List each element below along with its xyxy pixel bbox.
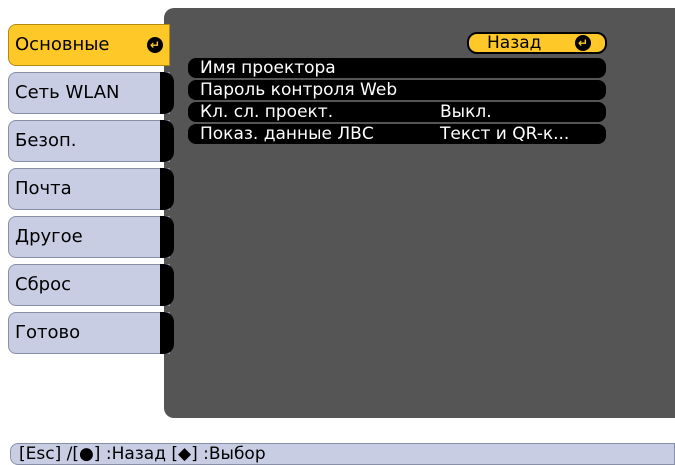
tab-edge: [160, 312, 174, 354]
tab-edge: [160, 72, 174, 114]
tab-edge: [160, 264, 174, 306]
tab-edge: [160, 120, 174, 162]
setting-row-projector-name[interactable]: Имя проектора: [188, 58, 606, 78]
help-bar: [Esc] /[●] :Назад [◆] :Выбор: [10, 443, 675, 465]
tab-sbros[interactable]: Сброс: [8, 264, 170, 306]
enter-icon: ↵: [575, 35, 591, 51]
tab-edge: [160, 216, 174, 258]
row-value: Выкл.: [440, 102, 492, 122]
tab-drugoe[interactable]: Другое: [8, 216, 170, 258]
enter-icon: ↵: [147, 37, 163, 53]
tab-label: Другое: [15, 226, 83, 247]
tab-label: Готово: [15, 322, 81, 343]
tab-gotovo[interactable]: Готово: [8, 312, 170, 354]
tab-wlan[interactable]: Сеть WLAN: [8, 72, 170, 114]
tab-label: Почта: [15, 178, 72, 199]
tab-label: Безоп.: [15, 130, 77, 151]
row-value: Текст и QR-к...: [440, 124, 570, 144]
tab-bezop[interactable]: Безоп.: [8, 120, 170, 162]
setting-row-lan-info[interactable]: Показ. данные ЛВС Текст и QR-к...: [188, 124, 606, 144]
back-label: Назад: [487, 33, 542, 53]
setting-row-keyword[interactable]: Кл. сл. проект. Выкл.: [188, 102, 606, 122]
tab-label: Сброс: [15, 274, 72, 295]
tab-edge: [160, 168, 174, 210]
row-label: Кл. сл. проект.: [200, 102, 334, 122]
tab-label: Сеть WLAN: [15, 82, 120, 103]
help-text: [Esc] /[●] :Назад [◆] :Выбор: [19, 444, 266, 464]
tab-pochta[interactable]: Почта: [8, 168, 170, 210]
back-button[interactable]: Назад ↵: [467, 32, 607, 54]
tab-label: Основные: [15, 34, 110, 55]
row-label: Пароль контроля Web: [200, 80, 398, 100]
tab-osnovnye[interactable]: Основные ↵: [8, 24, 170, 66]
row-label: Имя проектора: [200, 58, 336, 78]
setting-row-web-password[interactable]: Пароль контроля Web: [188, 80, 606, 100]
row-label: Показ. данные ЛВС: [200, 124, 374, 144]
